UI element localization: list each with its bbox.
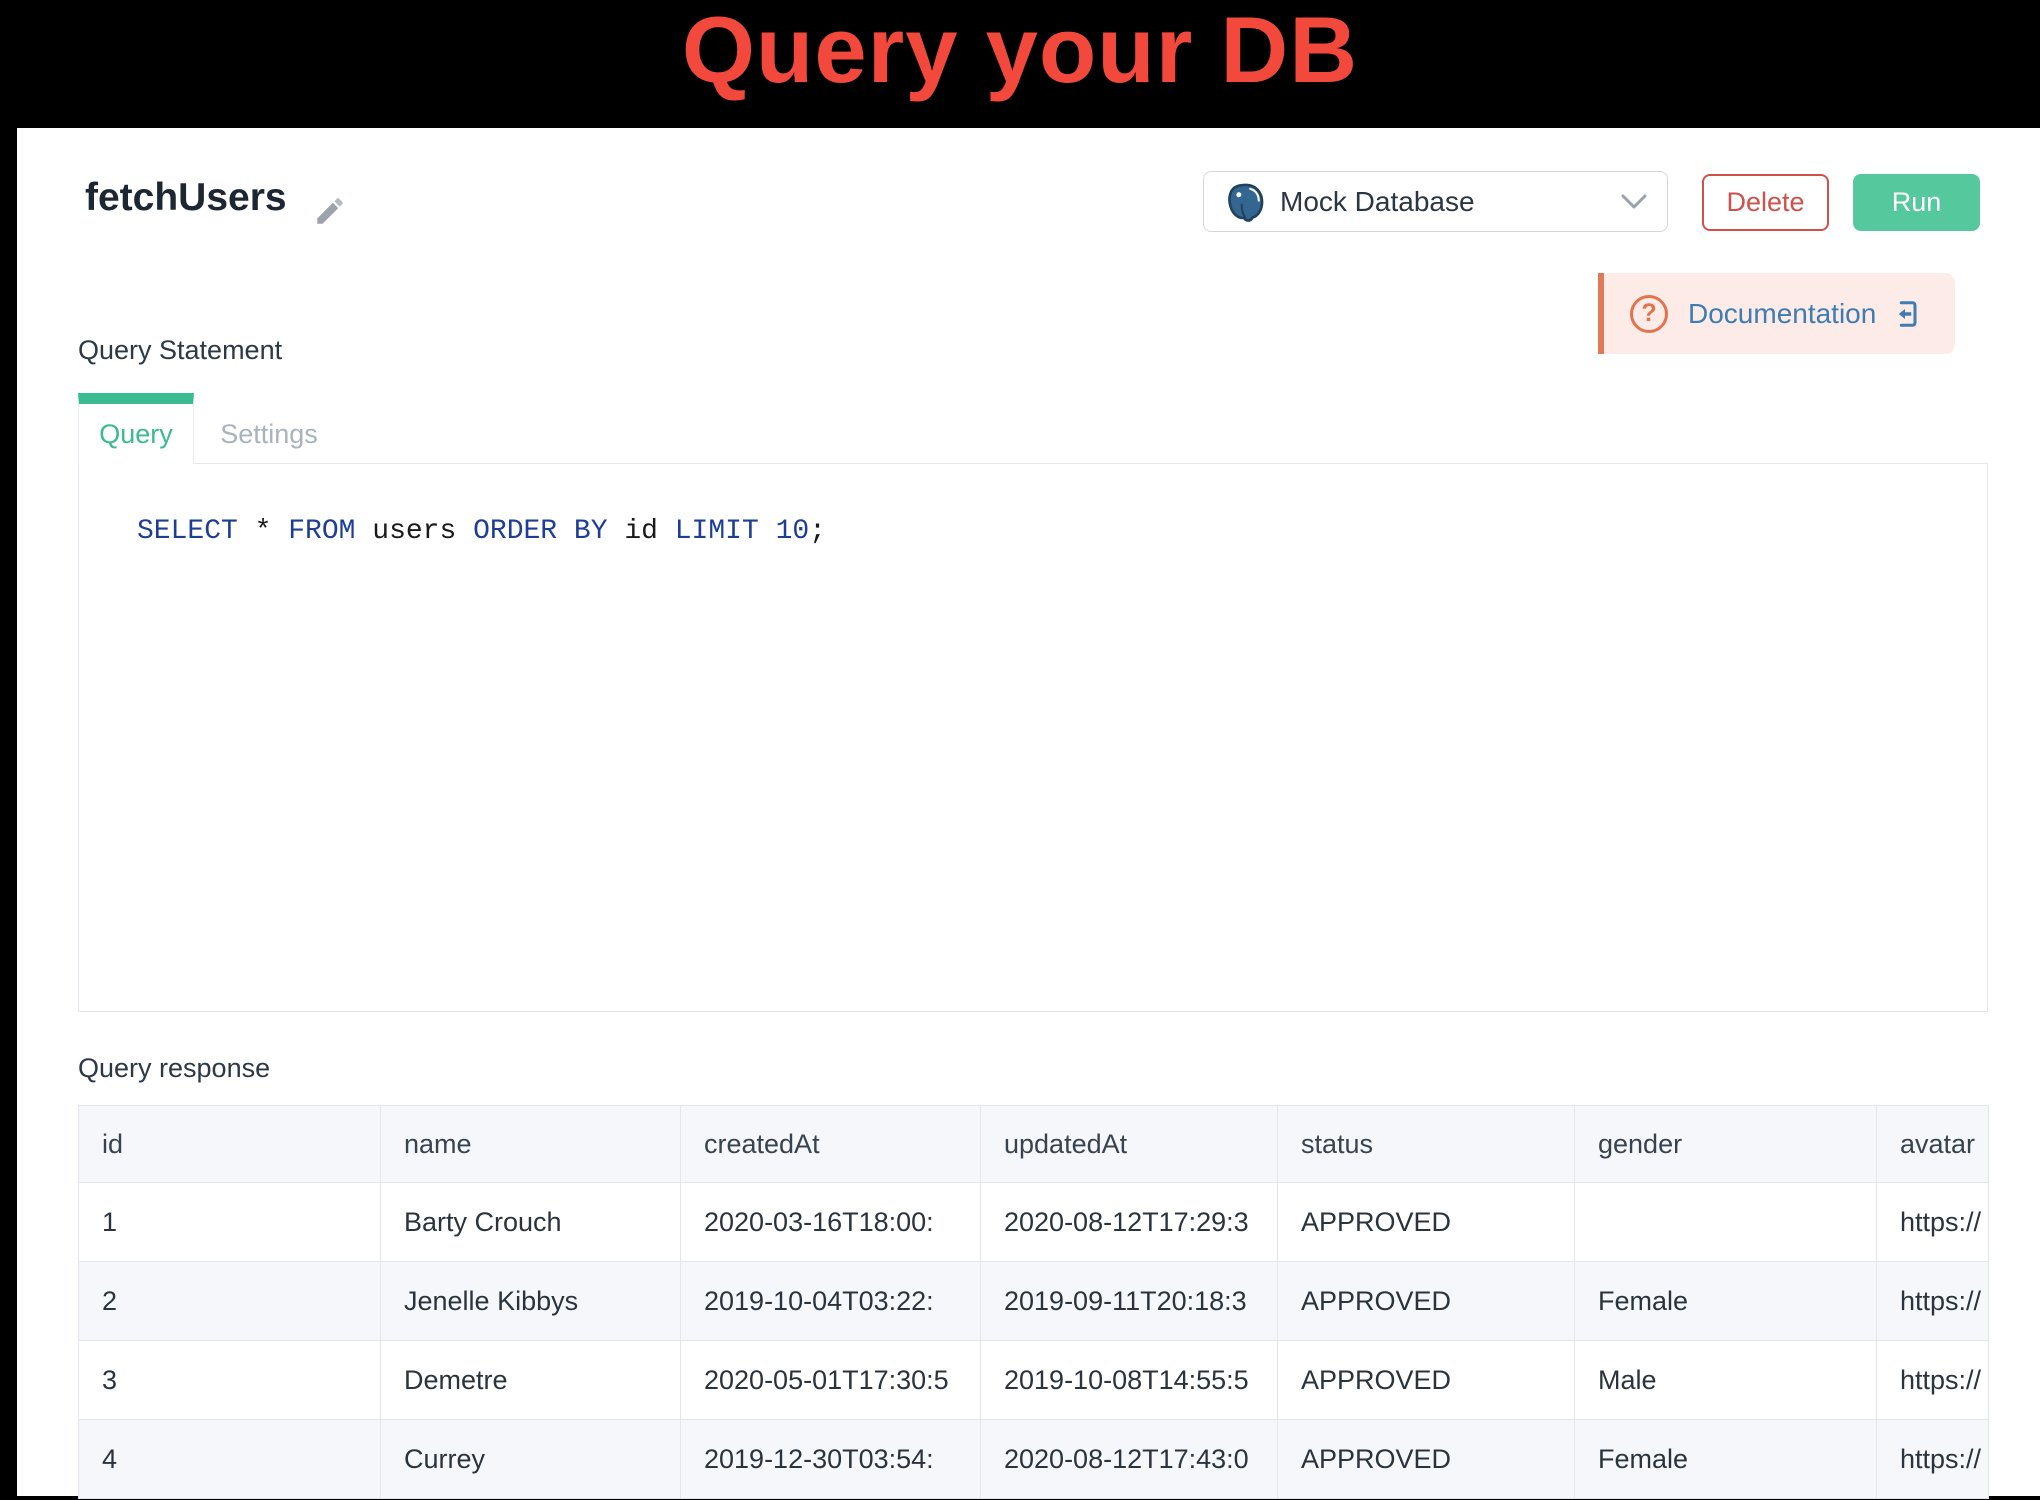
cell-avatar: https:// — [1877, 1262, 1989, 1341]
column-header-gender: gender — [1575, 1106, 1877, 1183]
cell-status: APPROVED — [1278, 1420, 1575, 1499]
column-header-createdAt: createdAt — [681, 1106, 981, 1183]
postgresql-icon — [1224, 181, 1266, 223]
run-button[interactable]: Run — [1853, 174, 1980, 231]
cell-avatar: https:// — [1877, 1183, 1989, 1262]
tab-query[interactable]: Query — [78, 393, 194, 464]
table-row: 1Barty Crouch2020-03-16T18:00:2020-08-12… — [79, 1183, 1989, 1262]
cell-status: APPROVED — [1278, 1341, 1575, 1420]
cell-id: 4 — [79, 1420, 381, 1499]
cell-createdAt: 2019-12-30T03:54: — [681, 1420, 981, 1499]
cell-avatar: https:// — [1877, 1420, 1989, 1499]
query-name: fetchUsers — [85, 176, 287, 220]
table-header-row: idnamecreatedAtupdatedAtstatusgenderavat… — [79, 1106, 1989, 1183]
tab-settings[interactable]: Settings — [194, 393, 344, 464]
database-selector[interactable]: Mock Database — [1203, 171, 1668, 232]
sql-token: id — [608, 516, 675, 547]
tab-bar: Query Settings — [78, 393, 344, 464]
cell-updatedAt: 2019-10-08T14:55:5 — [981, 1341, 1278, 1420]
column-header-id: id — [79, 1106, 381, 1183]
table-row: 2Jenelle Kibbys2019-10-04T03:22:2019-09-… — [79, 1262, 1989, 1341]
tab-settings-label: Settings — [220, 419, 318, 450]
cell-name: Barty Crouch — [381, 1183, 681, 1262]
column-header-status: status — [1278, 1106, 1575, 1183]
cell-status: APPROVED — [1278, 1183, 1575, 1262]
database-selector-value: Mock Database — [1280, 186, 1621, 218]
cell-createdAt: 2020-05-01T17:30:5 — [681, 1341, 981, 1420]
cell-gender: Female — [1575, 1262, 1877, 1341]
table-row: 4Currey2019-12-30T03:54:2020-08-12T17:43… — [79, 1420, 1989, 1499]
cell-avatar: https:// — [1877, 1341, 1989, 1420]
chevron-down-icon — [1621, 194, 1647, 210]
sql-token: SELECT — [137, 516, 238, 547]
cell-status: APPROVED — [1278, 1262, 1575, 1341]
query-response-label: Query response — [78, 1053, 270, 1084]
cell-name: Currey — [381, 1420, 681, 1499]
sql-token: * — [238, 516, 288, 547]
cell-createdAt: 2020-03-16T18:00: — [681, 1183, 981, 1262]
cell-id: 2 — [79, 1262, 381, 1341]
cell-updatedAt: 2020-08-12T17:43:0 — [981, 1420, 1278, 1499]
edit-pencil-icon[interactable] — [313, 194, 347, 228]
query-statement-label: Query Statement — [78, 335, 282, 366]
column-header-avatar: avatar — [1877, 1106, 1989, 1183]
cell-id: 1 — [79, 1183, 381, 1262]
page-title: Query your DB — [0, 0, 2040, 114]
column-header-updatedAt: updatedAt — [981, 1106, 1278, 1183]
main-panel: fetchUsers Mock Database — [17, 128, 2040, 1496]
cell-gender: Female — [1575, 1420, 1877, 1499]
tab-query-label: Query — [99, 419, 173, 450]
sql-code-line: SELECT * FROM users ORDER BY id LIMIT 10… — [137, 516, 826, 547]
page-banner: Query your DB — [0, 0, 2040, 128]
cell-updatedAt: 2020-08-12T17:29:3 — [981, 1183, 1278, 1262]
documentation-label: Documentation — [1688, 298, 1876, 330]
sql-token: 10 — [776, 516, 810, 547]
cell-updatedAt: 2019-09-11T20:18:3 — [981, 1262, 1278, 1341]
sql-token: users — [355, 516, 473, 547]
sql-token: ORDER BY — [473, 516, 607, 547]
sql-token: LIMIT — [675, 516, 759, 547]
documentation-link[interactable]: ? Documentation — [1598, 273, 1955, 354]
cell-gender: Male — [1575, 1341, 1877, 1420]
sql-token — [759, 516, 776, 547]
query-response-table: idnamecreatedAtupdatedAtstatusgenderavat… — [78, 1105, 1989, 1499]
sql-token: ; — [809, 516, 826, 547]
table-row: 3Demetre2020-05-01T17:30:52019-10-08T14:… — [79, 1341, 1989, 1420]
cell-id: 3 — [79, 1341, 381, 1420]
cell-gender — [1575, 1183, 1877, 1262]
cell-name: Jenelle Kibbys — [381, 1262, 681, 1341]
external-doc-icon — [1890, 299, 1920, 329]
screenshot-root: Query your DB fetchUsers Mock Database — [0, 0, 2040, 1500]
question-circle-icon: ? — [1630, 295, 1668, 333]
column-header-name: name — [381, 1106, 681, 1183]
delete-button[interactable]: Delete — [1702, 174, 1829, 231]
sql-editor[interactable]: SELECT * FROM users ORDER BY id LIMIT 10… — [78, 463, 1988, 1012]
cell-name: Demetre — [381, 1341, 681, 1420]
sql-token: FROM — [288, 516, 355, 547]
cell-createdAt: 2019-10-04T03:22: — [681, 1262, 981, 1341]
